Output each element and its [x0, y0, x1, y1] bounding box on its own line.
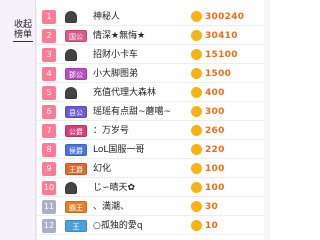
coin-icon — [191, 182, 202, 193]
contribution-value: 1500 — [205, 69, 232, 79]
rank-title-badge: 公爵 — [65, 125, 87, 137]
collapse-ranking-button[interactable]: 收起 榜单 — [13, 20, 33, 42]
ranking-list: 1 神秘人 300240 2 国公 情深★無悔★ 30410 3 招财小卡车 15100 4 郡公 小大… — [36, 8, 271, 240]
ranking-row[interactable]: 11 霸王 、満潮、 30 — [37, 198, 271, 216]
coin-icon — [191, 201, 202, 212]
contribution-value: 220 — [205, 145, 225, 155]
rank-title-badge: 霸王 — [65, 201, 87, 213]
rank-number: 6 — [42, 105, 56, 119]
rank-title-badge: 县公 — [65, 106, 87, 118]
rank-number: 12 — [42, 219, 56, 233]
rank-title-badge: 侯爵 — [65, 144, 87, 156]
ranking-row[interactable]: 4 郡公 小大脚图弟 1500 — [37, 65, 271, 83]
mystery-user-icon — [65, 87, 77, 99]
rank-number: 5 — [42, 86, 56, 100]
rank-number: 3 — [42, 48, 56, 62]
contribution-value: 260 — [205, 126, 225, 136]
contribution-value: 300240 — [205, 12, 245, 22]
coin-icon — [191, 68, 202, 79]
rank-number: 8 — [42, 143, 56, 157]
coin-icon — [191, 30, 202, 41]
ranking-row[interactable]: 9 王爵 幻化 100 — [37, 160, 271, 178]
ranking-row[interactable]: 10 じ∽晴天✿ 100 — [37, 179, 271, 197]
coin-icon — [191, 106, 202, 117]
collapse-label-line2: 榜单 — [13, 30, 32, 40]
rank-number: 2 — [42, 29, 56, 43]
contribution-value: 15100 — [205, 50, 238, 60]
coin-icon — [191, 220, 202, 231]
rank-number: 1 — [42, 10, 56, 24]
coin-icon — [191, 49, 202, 60]
rank-title-badge: 国公 — [65, 30, 87, 42]
rank-title-badge: 王 — [65, 220, 87, 232]
coin-icon — [191, 87, 202, 98]
rank-number: 11 — [42, 200, 56, 214]
contribution-value: 100 — [205, 183, 225, 193]
underline-divider — [13, 41, 33, 42]
ranking-row[interactable]: 2 国公 情深★無悔★ 30410 — [37, 27, 271, 45]
rank-number: 4 — [42, 67, 56, 81]
rank-title-badge: 王爵 — [65, 163, 87, 175]
ranking-row[interactable]: 1 神秘人 300240 — [37, 8, 271, 26]
rank-number: 9 — [42, 162, 56, 176]
coin-icon — [191, 11, 202, 22]
left-sidebar: 收起 榜单 — [0, 0, 36, 240]
mystery-user-icon — [65, 11, 77, 23]
contribution-value: 30410 — [205, 31, 238, 41]
mystery-user-icon — [65, 49, 77, 61]
contribution-value: 100 — [205, 164, 225, 174]
ranking-row[interactable]: 3 招财小卡车 15100 — [37, 46, 271, 64]
ranking-row[interactable]: 12 王 ○孤独的愛q 10 — [37, 217, 271, 235]
ranking-row[interactable]: 6 县公 瑶瑶有点甜~蘑噶~ 300 — [37, 103, 271, 121]
rank-number: 10 — [42, 181, 56, 195]
rank-title-badge: 郡公 — [65, 68, 87, 80]
contribution-value: 30 — [205, 202, 219, 212]
ranking-row[interactable]: 5 充值代理大森林 400 — [37, 84, 271, 102]
ranking-row[interactable]: 8 侯爵 LoL国服一哥 220 — [37, 141, 271, 159]
contribution-value: 10 — [205, 221, 219, 231]
contribution-value: 400 — [205, 88, 225, 98]
coin-icon — [191, 144, 202, 155]
mystery-user-icon — [65, 182, 77, 194]
rank-number: 7 — [42, 124, 56, 138]
ranking-row[interactable]: 7 公爵 ：万岁号 260 — [37, 122, 271, 140]
coin-icon — [191, 163, 202, 174]
scrollbar[interactable] — [264, 0, 270, 240]
contribution-value: 300 — [205, 107, 225, 117]
coin-icon — [191, 125, 202, 136]
collapse-label-line1: 收起 — [13, 20, 32, 30]
